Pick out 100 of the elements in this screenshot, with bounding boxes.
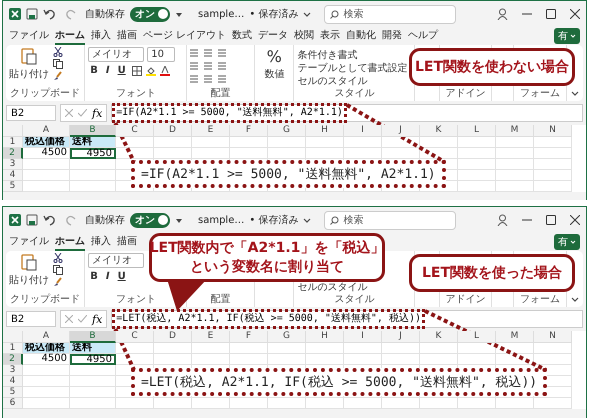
excel-logo-icon[interactable] (9, 8, 21, 20)
column-header[interactable]: E (192, 125, 230, 137)
format-button[interactable]: B (88, 271, 100, 282)
empty-cell[interactable] (382, 398, 420, 409)
empty-cell[interactable] (458, 159, 496, 170)
paste-button[interactable]: 貼り付け (9, 253, 49, 287)
empty-cell[interactable] (306, 343, 344, 354)
ribbon-tab[interactable]: 挿入 (91, 28, 111, 44)
ribbon-tab[interactable]: ファイル (9, 234, 49, 250)
format-button[interactable]: U (116, 65, 128, 76)
empty-cell[interactable] (230, 354, 268, 365)
empty-cell[interactable] (230, 137, 268, 148)
style-menu-item[interactable]: セルのスタイル (297, 76, 368, 88)
style-menu-item[interactable]: 条件付き書式 (297, 50, 358, 62)
ribbon-tab[interactable]: 自動化 (346, 28, 376, 44)
row-header[interactable]: 3 (3, 365, 23, 376)
empty-cell[interactable] (230, 343, 268, 354)
row-header[interactable]: 6 (3, 398, 23, 409)
ribbon-tab[interactable]: 開発 (382, 28, 402, 44)
empty-cell[interactable] (420, 148, 458, 159)
brush-icon[interactable] (53, 71, 63, 81)
column-header[interactable]: D (154, 331, 192, 343)
empty-cell[interactable] (534, 343, 572, 354)
empty-cell[interactable] (306, 148, 344, 159)
font-name-field[interactable]: メイリオ (88, 47, 144, 62)
copy-icon[interactable] (53, 59, 63, 69)
cancel-icon[interactable] (65, 109, 73, 117)
column-header[interactable]: I (344, 331, 382, 343)
empty-cell[interactable] (458, 354, 496, 365)
column-header[interactable]: A (23, 331, 70, 343)
empty-cell[interactable] (496, 148, 534, 159)
empty-cell[interactable] (496, 170, 534, 181)
column-header[interactable]: C (116, 125, 154, 137)
column-header[interactable]: G (268, 125, 306, 137)
empty-cell[interactable] (154, 137, 192, 148)
empty-cell[interactable] (154, 354, 192, 365)
empty-cell[interactable] (344, 398, 382, 409)
empty-cell[interactable] (230, 398, 268, 409)
search-field[interactable]: 検索 (324, 210, 456, 230)
column-header[interactable]: J (382, 125, 420, 137)
ribbon-tab[interactable]: 校閲 (294, 28, 314, 44)
chevron-icon[interactable] (303, 216, 312, 224)
maximize-icon[interactable] (546, 215, 556, 225)
close-icon[interactable] (570, 9, 580, 19)
font-name-field[interactable]: メイリオ (88, 253, 144, 268)
empty-cell[interactable] (496, 398, 534, 409)
share-button[interactable]: 有 (554, 234, 580, 250)
column-header[interactable]: E (192, 331, 230, 343)
empty-cell[interactable] (496, 181, 534, 192)
style-menu-item[interactable]: セルのスタイル (297, 282, 368, 294)
empty-cell[interactable] (496, 137, 534, 148)
empty-cell[interactable] (534, 148, 572, 159)
ribbon-tab[interactable]: 描画 (117, 234, 137, 250)
empty-cell[interactable] (534, 137, 572, 148)
excel-logo-icon[interactable] (9, 214, 21, 226)
empty-cell[interactable] (70, 170, 116, 181)
empty-cell[interactable] (70, 159, 116, 170)
empty-cell[interactable] (458, 181, 496, 192)
insert-function-button[interactable]: fx (92, 106, 102, 120)
empty-cell[interactable] (192, 137, 230, 148)
row-header[interactable]: 5 (3, 387, 23, 398)
empty-cell[interactable] (154, 398, 192, 409)
border-icon[interactable] (132, 66, 142, 76)
copy-icon[interactable] (53, 265, 63, 275)
select-all-corner[interactable] (3, 125, 23, 137)
caret-icon[interactable] (175, 10, 183, 18)
empty-cell[interactable] (116, 148, 154, 159)
empty-cell[interactable] (382, 354, 420, 365)
empty-cell[interactable] (534, 159, 572, 170)
chevron-icon[interactable] (571, 91, 580, 97)
empty-cell[interactable] (70, 376, 116, 387)
fill-color-icon[interactable] (146, 66, 156, 76)
empty-cell[interactable] (496, 159, 534, 170)
column-header[interactable]: J (382, 331, 420, 343)
maximize-icon[interactable] (546, 9, 556, 19)
share-button[interactable]: 有 (554, 28, 580, 44)
table-cell[interactable]: 4950 (70, 354, 116, 365)
number-format-button[interactable]: 数値 (264, 67, 284, 81)
empty-cell[interactable] (192, 148, 230, 159)
empty-cell[interactable] (268, 137, 306, 148)
empty-cell[interactable] (192, 343, 230, 354)
save-icon[interactable] (26, 8, 38, 20)
column-header[interactable]: A (23, 125, 70, 137)
profile-icon[interactable] (497, 214, 508, 226)
empty-cell[interactable] (496, 343, 534, 354)
column-header[interactable]: K (420, 331, 458, 343)
search-field[interactable]: 検索 (324, 4, 456, 24)
empty-cell[interactable] (154, 343, 192, 354)
autosave-toggle[interactable]: オン (130, 6, 170, 22)
chevron-icon[interactable] (571, 297, 580, 303)
empty-cell[interactable] (116, 398, 154, 409)
ribbon-tab[interactable]: ファイル (9, 28, 49, 44)
name-box[interactable]: B2 (6, 311, 56, 327)
style-menu-item[interactable]: テーブルとして書式設定 (297, 63, 408, 75)
empty-cell[interactable] (534, 181, 572, 192)
row-header[interactable]: 2 (3, 354, 23, 365)
format-button[interactable]: I (104, 271, 112, 282)
row-header[interactable]: 4 (3, 170, 23, 181)
column-header[interactable]: N (534, 125, 572, 137)
empty-cell[interactable] (496, 354, 534, 365)
